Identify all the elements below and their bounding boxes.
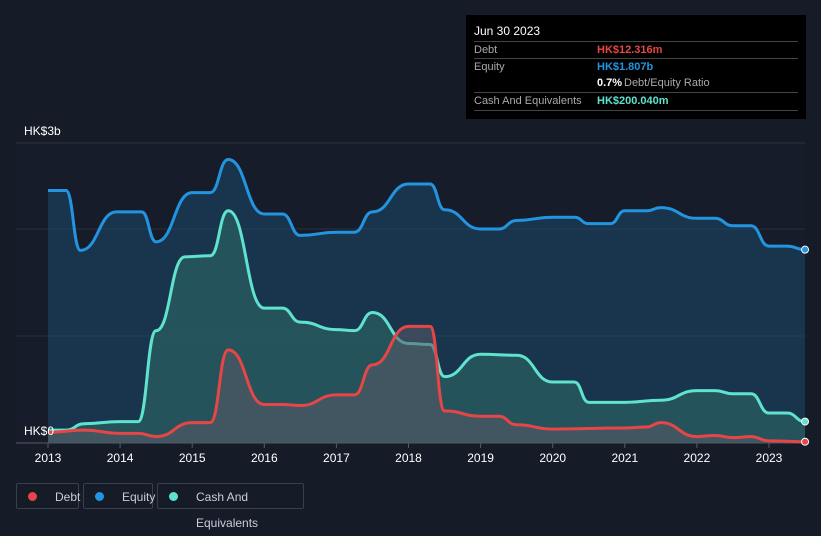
legend-equity[interactable]: Equity <box>83 483 156 509</box>
ratio-value: 0.7% <box>597 77 623 89</box>
x-tick-label: 2016 <box>251 451 278 465</box>
cash-dot-icon <box>169 492 178 501</box>
tooltip: Jun 30 2023 Debt HK$12.316m Equity HK$1.80… <box>466 15 806 119</box>
ratio-label: Debt/Equity Ratio <box>624 77 710 89</box>
legend-label: Cash And Equivalents <box>196 490 259 530</box>
x-tick-label: 2013 <box>35 451 62 465</box>
endpoint-debt <box>801 437 810 446</box>
x-tick-label: 2018 <box>395 451 422 465</box>
x-tick-label: 2019 <box>467 451 494 465</box>
endpoint-cash-and-equivalents <box>801 417 810 426</box>
debt-label: Debt <box>474 44 498 56</box>
legend-cash[interactable]: Cash And Equivalents <box>157 483 304 530</box>
legend-label: Debt <box>55 490 81 504</box>
x-tick-label: 2020 <box>539 451 566 465</box>
cash-value: HK$200.040m <box>597 95 669 107</box>
x-tick-label: 2015 <box>179 451 206 465</box>
debt-value: HK$12.316m <box>597 44 663 56</box>
x-tick-label: 2021 <box>611 451 638 465</box>
x-tick-label: 2022 <box>684 451 711 465</box>
y-tick-label: HK$0 <box>24 424 54 438</box>
endpoint-equity <box>801 245 810 254</box>
equity-dot-icon <box>95 492 104 501</box>
debt-dot-icon <box>28 492 37 501</box>
equity-value: HK$1.807b <box>597 61 654 73</box>
legend-debt[interactable]: Debt <box>16 483 81 509</box>
x-tick-label: 2014 <box>107 451 134 465</box>
legend-label: Equity <box>122 490 156 504</box>
equity-label: Equity <box>474 61 505 73</box>
y-tick-label: HK$3b <box>24 124 61 138</box>
x-tick-label: 2023 <box>756 451 783 465</box>
x-tick-label: 2017 <box>323 451 350 465</box>
tooltip-date: Jun 30 2023 <box>474 24 541 38</box>
cash-label: Cash And Equivalents <box>474 95 582 107</box>
